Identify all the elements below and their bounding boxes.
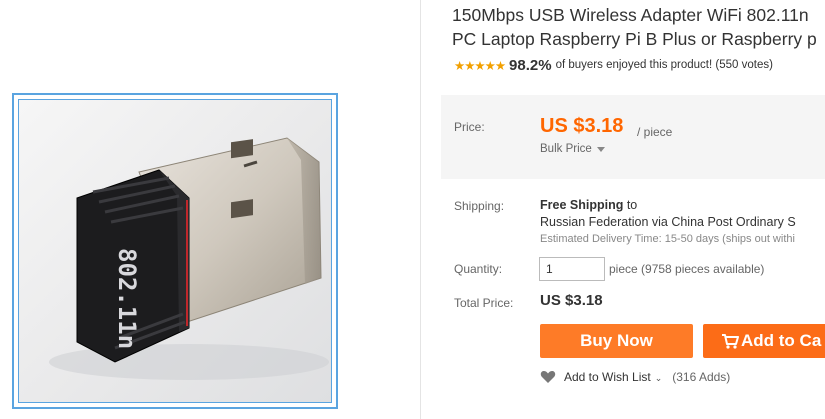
product-title-line-2: PC Laptop Raspberry Pi B Plus or Raspber… — [452, 29, 817, 49]
price-unit: / piece — [637, 125, 673, 139]
add-to-wish-list-link[interactable]: Add to Wish List ⌄ — [564, 370, 662, 384]
shipping-label: Shipping: — [454, 199, 505, 213]
star-rating-icon: ★★★★★ — [454, 58, 506, 73]
delivery-estimate: Estimated Delivery Time: 15-50 days (shi… — [540, 233, 795, 245]
free-shipping-text: Free Shipping — [540, 198, 624, 212]
product-image[interactable]: 802.11n — [18, 99, 332, 403]
rating-summary: ★★★★★ 98.2% of buyers enjoyed this produ… — [454, 55, 773, 75]
shipping-method: Free Shipping to — [540, 198, 637, 212]
price-panel — [441, 95, 825, 179]
shipping-destination-link[interactable]: Russian Federation via China Post Ordina… — [540, 215, 825, 229]
quantity-input[interactable] — [539, 257, 605, 281]
wish-list-label: Add to Wish List — [564, 370, 651, 384]
bulk-price-dropdown[interactable]: Bulk Price — [540, 143, 605, 155]
cart-icon — [721, 333, 739, 349]
product-image-frame[interactable]: 802.11n — [12, 93, 338, 409]
buy-now-button[interactable]: Buy Now — [540, 324, 693, 358]
price-value: US $3.18 — [540, 115, 624, 137]
add-to-cart-label: Add to Ca — [741, 331, 822, 350]
total-price-value: US $3.18 — [540, 292, 603, 309]
wish-count: (316 Adds) — [672, 370, 731, 384]
price-label: Price: — [454, 120, 485, 134]
product-title-line-1: 150Mbps USB Wireless Adapter WiFi 802.11… — [452, 5, 809, 25]
total-price-label: Total Price: — [454, 296, 514, 310]
caret-down-icon — [596, 146, 605, 152]
wish-list-row: Add to Wish List ⌄ (316 Adds) — [540, 370, 730, 384]
rating-text: of buyers enjoyed this product! (550 vot… — [555, 59, 773, 71]
device-label: 802.11n — [113, 248, 141, 349]
chevron-down-icon: ⌄ — [654, 373, 663, 383]
usb-adapter-illustration: 802.11n — [49, 137, 329, 380]
rating-percent: 98.2% — [509, 56, 552, 74]
bulk-price-label: Bulk Price — [540, 143, 592, 155]
heart-icon[interactable] — [540, 370, 556, 384]
product-title: 150Mbps USB Wireless Adapter WiFi 802.11… — [452, 3, 825, 51]
shipping-to: to — [626, 198, 638, 212]
image-gallery: 802.11n — [0, 0, 421, 419]
add-to-cart-button[interactable]: Add to Ca — [703, 324, 825, 358]
quantity-availability: piece (9758 pieces available) — [609, 262, 765, 276]
quantity-label: Quantity: — [454, 262, 503, 276]
